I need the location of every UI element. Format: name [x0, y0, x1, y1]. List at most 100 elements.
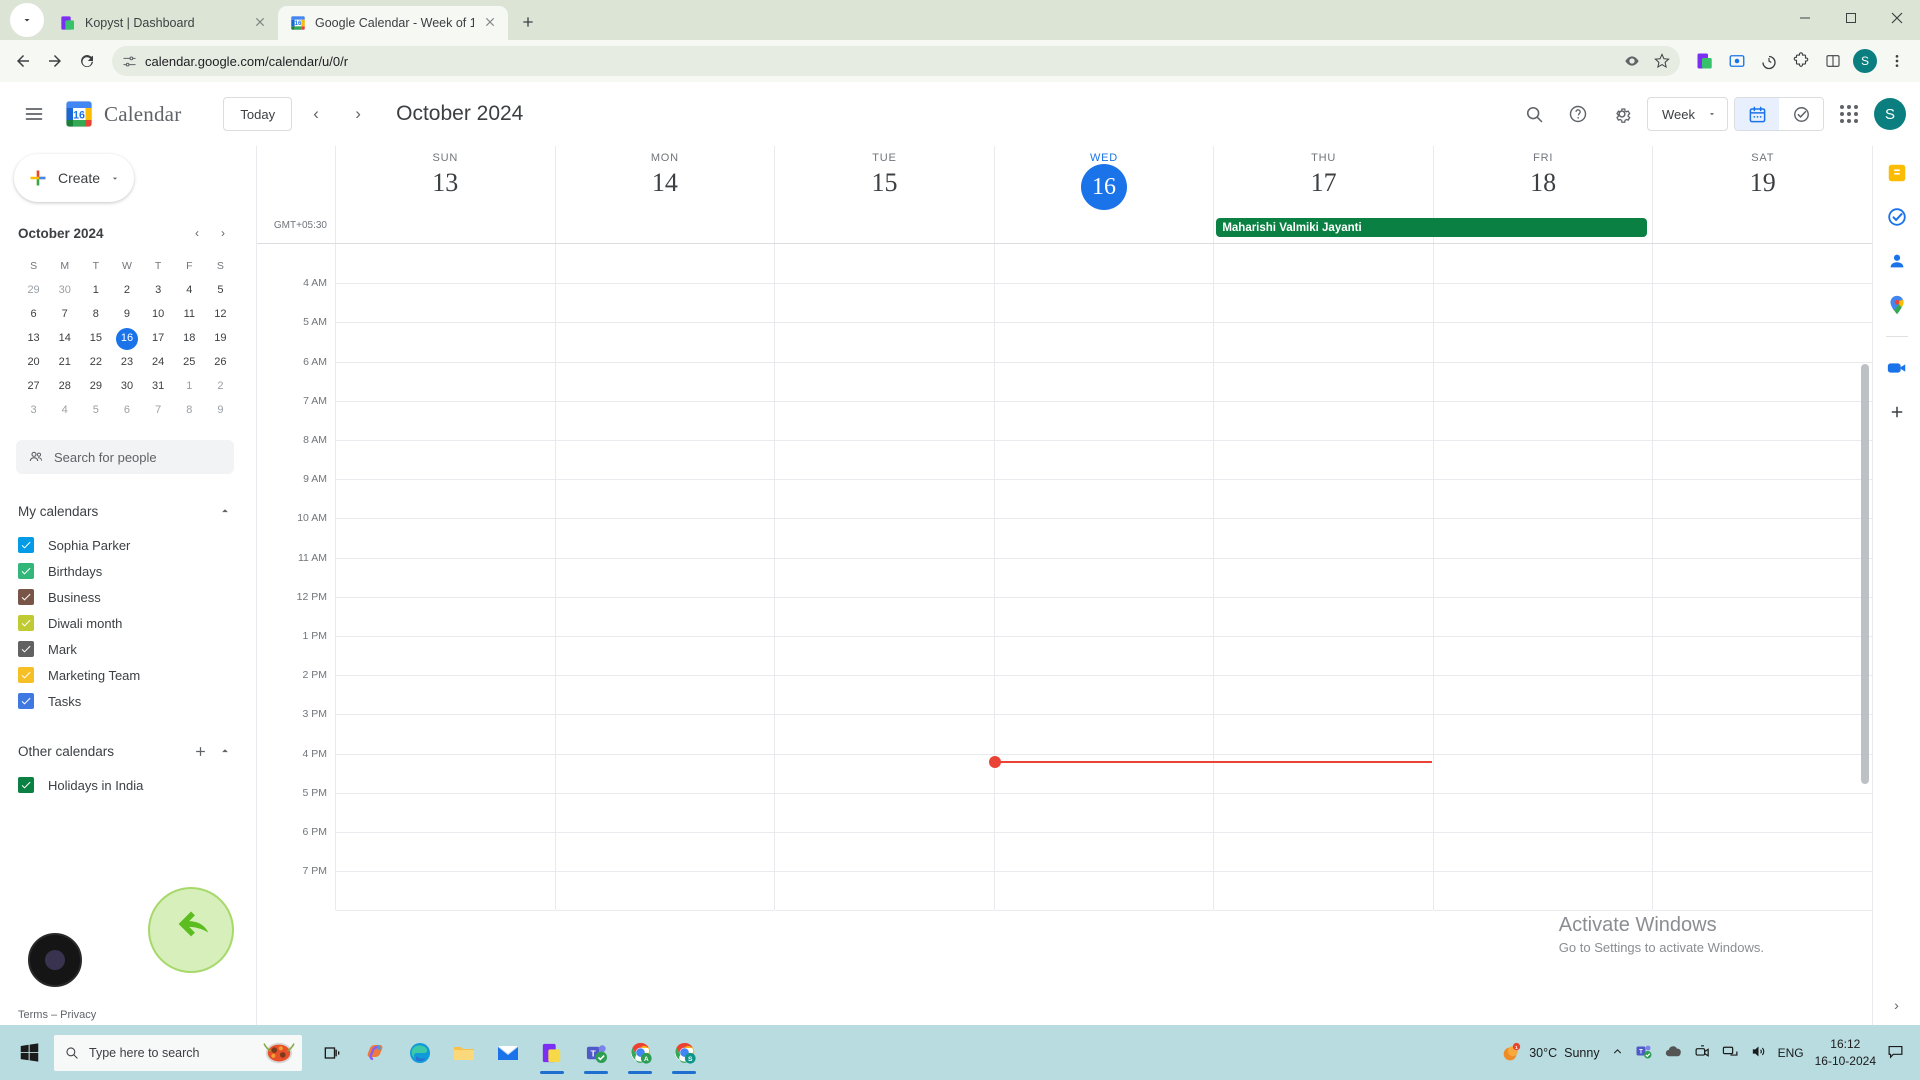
my-calendar-item[interactable]: Diwali month	[18, 610, 248, 636]
mini-calendar-day[interactable]: 21	[49, 351, 80, 374]
mini-calendar-day[interactable]: 12	[205, 303, 236, 326]
mini-calendar-day[interactable]: 14	[49, 327, 80, 350]
time-grid-scroll[interactable]: 4 AM 5 AM 6 AM 7 AM 8 AM 9 AM 10 AM 11 AM 12 PM 1…	[257, 244, 1872, 1025]
network-icon[interactable]	[1722, 1043, 1739, 1063]
calendar-checkbox[interactable]	[18, 537, 34, 553]
all-day-event-chip[interactable]: Maharishi Valmiki Jayanti	[1216, 218, 1648, 237]
mini-calendar-day[interactable]: 1	[174, 375, 205, 398]
mini-calendar-day[interactable]: 29	[80, 375, 111, 398]
chrome-profile-a-icon[interactable]: A	[622, 1031, 658, 1075]
weather-widget[interactable]: 1 30°C Sunny	[1500, 1042, 1600, 1064]
google-maps-icon[interactable]	[1884, 292, 1910, 318]
day-column-mon[interactable]	[554, 244, 775, 912]
mini-calendar-day[interactable]: 24	[143, 351, 174, 374]
day-header-fri[interactable]: FRI 18	[1432, 146, 1653, 214]
close-icon[interactable]	[253, 15, 269, 31]
day-column-sun[interactable]	[335, 244, 555, 912]
my-calendar-item[interactable]: Marketing Team	[18, 662, 248, 688]
maximize-button[interactable]	[1828, 2, 1874, 34]
mini-calendar-day[interactable]: 13	[18, 327, 49, 350]
notification-icon[interactable]	[1887, 1043, 1904, 1063]
screen-capture-extension-icon[interactable]	[1722, 46, 1752, 76]
google-contacts-icon[interactable]	[1884, 248, 1910, 274]
view-site-information-icon[interactable]	[1624, 53, 1640, 69]
mini-calendar-day[interactable]: 31	[143, 375, 174, 398]
chevron-up-icon[interactable]	[218, 504, 232, 518]
all-day-cell[interactable]	[554, 214, 775, 243]
main-menu-icon[interactable]	[14, 94, 54, 134]
microsoft-teams-icon[interactable]: T	[578, 1031, 614, 1075]
day-number[interactable]: 17	[1214, 168, 1433, 198]
mini-calendar-day[interactable]: 5	[80, 399, 111, 422]
extensions-puzzle-icon[interactable]	[1786, 46, 1816, 76]
other-calendar-item[interactable]: Holidays in India	[18, 772, 248, 798]
mini-calendar-day[interactable]: 7	[143, 399, 174, 422]
forward-icon[interactable]	[40, 46, 70, 76]
day-number[interactable]: 18	[1434, 168, 1653, 198]
calendar-checkbox[interactable]	[18, 667, 34, 683]
tab-search-button[interactable]	[10, 3, 44, 37]
add-other-calendar-icon[interactable]	[193, 744, 208, 759]
calendar-checkbox[interactable]	[18, 589, 34, 605]
chevron-up-icon[interactable]	[1611, 1045, 1624, 1061]
all-day-cell[interactable]: Maharishi Valmiki Jayanti	[1213, 214, 1648, 243]
my-calendar-item[interactable]: Sophia Parker	[18, 532, 248, 558]
mini-calendar-day[interactable]: 6	[18, 303, 49, 326]
back-icon[interactable]	[8, 46, 38, 76]
camera-tray-icon[interactable]	[1694, 1043, 1711, 1063]
my-calendar-item[interactable]: Tasks	[18, 688, 248, 714]
day-header-wed[interactable]: WED 16	[993, 146, 1214, 214]
volume-icon[interactable]	[1750, 1043, 1767, 1063]
mini-calendar-day[interactable]: 4	[49, 399, 80, 422]
mini-calendar-day[interactable]: 30	[49, 279, 80, 302]
terms-privacy-link[interactable]: Terms – Privacy	[18, 1009, 96, 1021]
kopyst-extension-icon[interactable]	[1690, 46, 1720, 76]
google-keep-icon[interactable]	[1884, 160, 1910, 186]
mini-prev-month-icon[interactable]: ‹	[184, 220, 210, 246]
day-header-sat[interactable]: SAT 19	[1652, 146, 1872, 214]
mini-calendar-day[interactable]: 18	[174, 327, 205, 350]
my-calendar-item[interactable]: Mark	[18, 636, 248, 662]
help-icon[interactable]	[1559, 95, 1597, 133]
day-number[interactable]: 19	[1653, 168, 1872, 198]
mini-calendar-day[interactable]: 9	[205, 399, 236, 422]
day-number[interactable]: 15	[775, 168, 994, 198]
my-calendars-header[interactable]: My calendars	[18, 496, 248, 526]
mini-calendar-day[interactable]: 30	[111, 375, 142, 398]
chrome-profile-s-icon[interactable]: S	[666, 1031, 702, 1075]
chevron-up-icon[interactable]	[218, 744, 232, 758]
vertical-scrollbar[interactable]	[1861, 364, 1869, 784]
microsoft-edge-icon[interactable]	[402, 1031, 438, 1075]
my-calendar-item[interactable]: Business	[18, 584, 248, 610]
site-settings-icon[interactable]	[122, 54, 137, 69]
today-button[interactable]: Today	[223, 97, 293, 131]
google-tasks-icon[interactable]	[1884, 204, 1910, 230]
calendar-checkbox[interactable]	[18, 563, 34, 579]
all-day-cell[interactable]	[993, 214, 1214, 243]
calendar-checkbox[interactable]	[18, 777, 34, 793]
mini-calendar-day[interactable]: 29	[18, 279, 49, 302]
chevron-right-icon[interactable]: ›	[1894, 997, 1899, 1013]
mini-calendar-day[interactable]: 2	[205, 375, 236, 398]
mini-calendar-day[interactable]: 19	[205, 327, 236, 350]
history-extension-icon[interactable]	[1754, 46, 1784, 76]
minimize-button[interactable]	[1782, 2, 1828, 34]
other-calendars-header[interactable]: Other calendars	[18, 736, 248, 766]
file-explorer-icon[interactable]	[446, 1031, 482, 1075]
apps-grid-icon[interactable]	[1830, 95, 1868, 133]
day-column-thu[interactable]	[1213, 244, 1433, 912]
mini-calendar-day[interactable]: 22	[80, 351, 111, 374]
microsoft-copilot-icon[interactable]	[358, 1031, 394, 1075]
avatar[interactable]: S	[1874, 98, 1906, 130]
search-icon[interactable]	[1515, 95, 1553, 133]
mini-calendar-day[interactable]: 1	[80, 279, 111, 302]
close-icon[interactable]	[483, 15, 499, 31]
day-column-wed[interactable]	[988, 244, 1432, 912]
mail-icon[interactable]	[490, 1031, 526, 1075]
mini-calendar-day[interactable]: 8	[80, 303, 111, 326]
day-column-fri[interactable]	[1432, 244, 1653, 912]
google-meet-icon[interactable]	[1884, 355, 1910, 381]
task-view-icon[interactable]	[314, 1031, 350, 1075]
address-bar[interactable]: calendar.google.com/calendar/u/0/r	[112, 46, 1680, 76]
all-day-cell[interactable]	[335, 214, 555, 243]
